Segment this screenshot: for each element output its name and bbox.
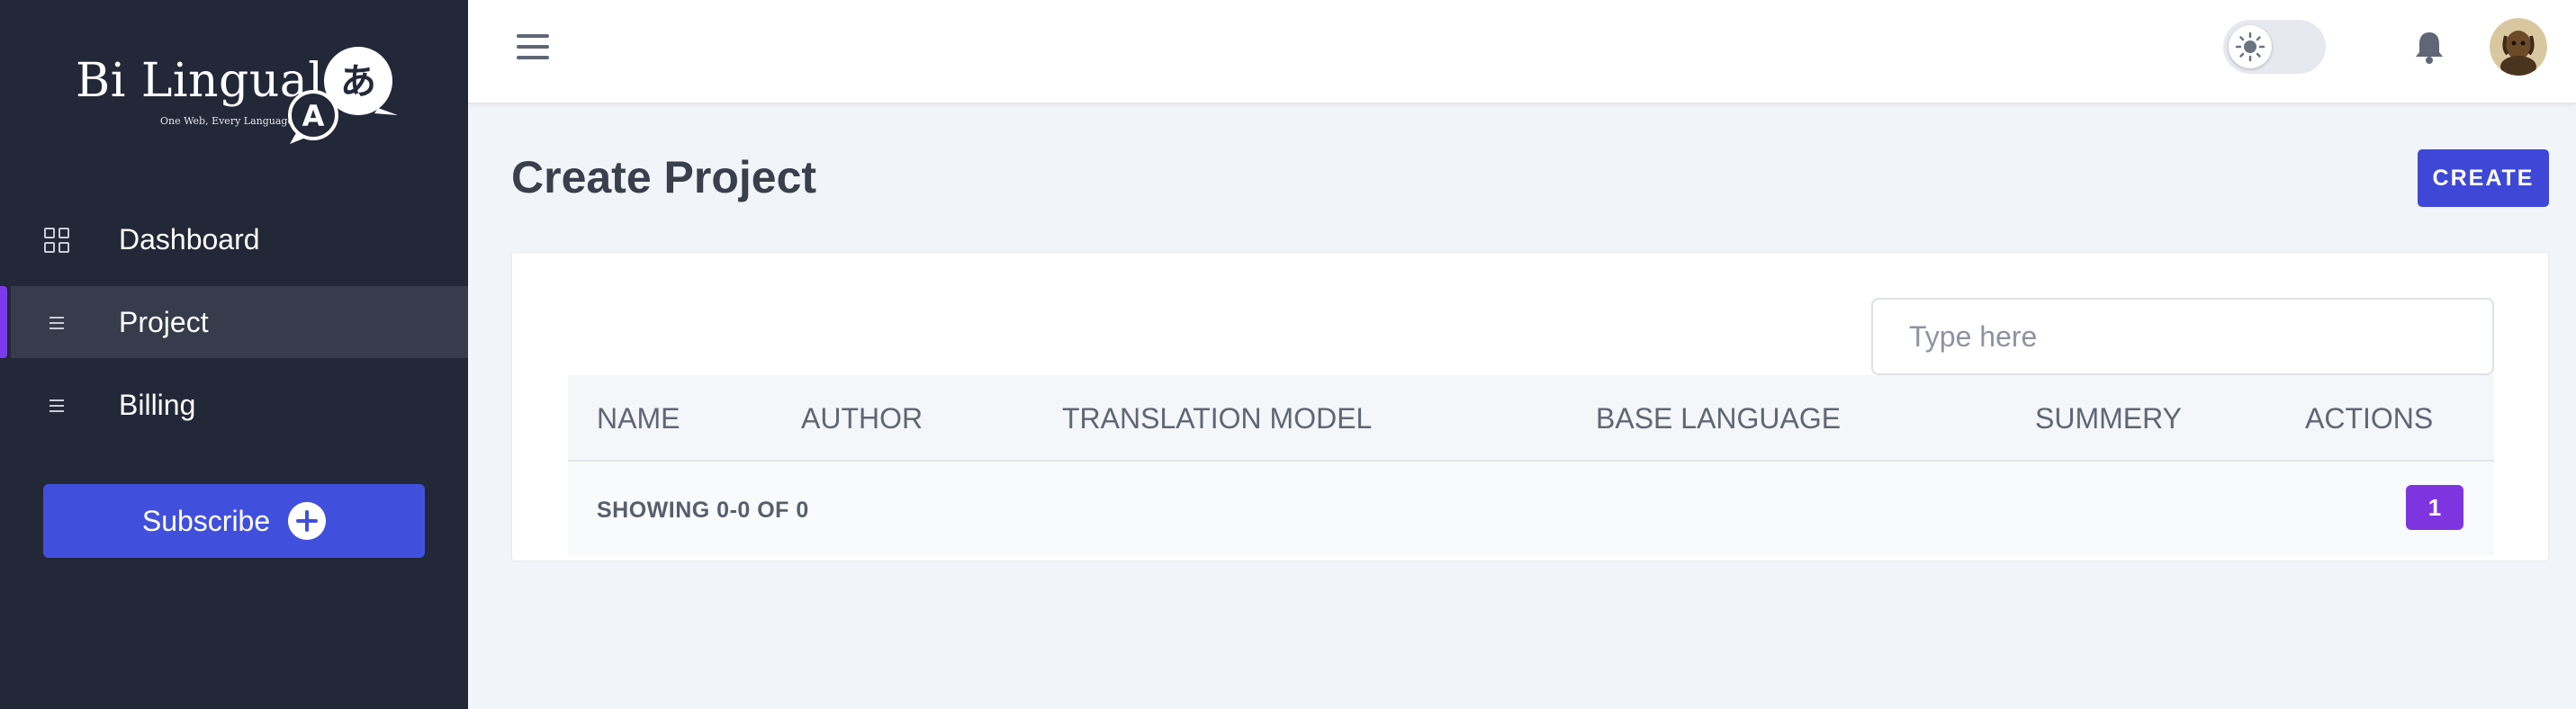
top-bar bbox=[468, 0, 2576, 104]
sidebar-item-billing[interactable]: Billing bbox=[0, 369, 468, 441]
column-header-translation-model[interactable]: TRANSLATION MODEL bbox=[1062, 402, 1372, 435]
pagination-summary: SHOWING 0-0 OF 0 bbox=[597, 498, 809, 523]
bell-icon[interactable] bbox=[2412, 29, 2446, 65]
subscribe-label: Subscribe bbox=[141, 504, 271, 537]
avatar-image bbox=[2490, 18, 2547, 76]
sidebar-item-label: Project bbox=[119, 305, 209, 338]
bubble-back-glyph: あ bbox=[340, 61, 376, 103]
table-header: NAME AUTHOR TRANSLATION MODEL BASE LANGU… bbox=[568, 375, 2494, 462]
page-button-current[interactable]: 1 bbox=[2406, 485, 2463, 530]
menu-lines-icon bbox=[50, 399, 64, 412]
sun-icon bbox=[2235, 31, 2265, 62]
projects-card: NAME AUTHOR TRANSLATION MODEL BASE LANGU… bbox=[511, 252, 2549, 561]
subscribe-button[interactable]: Subscribe bbox=[43, 484, 425, 558]
sidebar-item-project[interactable]: Project bbox=[0, 286, 468, 358]
column-header-summery[interactable]: SUMMERY bbox=[2035, 402, 2182, 435]
column-header-name[interactable]: NAME bbox=[597, 402, 680, 435]
column-header-base-language[interactable]: BASE LANGUAGE bbox=[1596, 402, 1841, 435]
brand-name: Bi Lingual bbox=[76, 54, 324, 108]
sidebar-nav: Dashboard Project Billing bbox=[0, 203, 468, 441]
user-avatar[interactable] bbox=[2490, 18, 2547, 76]
hamburger-icon[interactable] bbox=[515, 29, 551, 65]
sidebar-item-dashboard[interactable]: Dashboard bbox=[0, 203, 468, 275]
table-footer: SHOWING 0-0 OF 0 1 bbox=[568, 462, 2494, 555]
grid-icon bbox=[44, 228, 69, 253]
create-button[interactable]: CREATE bbox=[2418, 149, 2549, 207]
sidebar-item-label: Dashboard bbox=[119, 222, 260, 256]
page-title: Create Project bbox=[511, 152, 817, 202]
brand-tagline: One Web, Every Language bbox=[160, 115, 293, 127]
search-input[interactable] bbox=[1871, 298, 2494, 375]
brand-logo[interactable]: Bi Lingual One Web, Every Language あ A bbox=[72, 45, 405, 153]
plus-circle-icon bbox=[288, 502, 327, 540]
bubble-front-glyph: A bbox=[302, 99, 325, 133]
column-header-actions: ACTIONS bbox=[2305, 402, 2434, 435]
sidebar: Bi Lingual One Web, Every Language あ A D… bbox=[0, 0, 468, 709]
menu-lines-icon bbox=[50, 317, 64, 329]
column-header-author[interactable]: AUTHOR bbox=[801, 402, 923, 435]
toggle-knob bbox=[2229, 25, 2272, 68]
translation-bubbles-icon: あ A bbox=[288, 47, 398, 144]
theme-toggle[interactable] bbox=[2223, 20, 2326, 74]
sidebar-item-label: Billing bbox=[119, 388, 196, 421]
